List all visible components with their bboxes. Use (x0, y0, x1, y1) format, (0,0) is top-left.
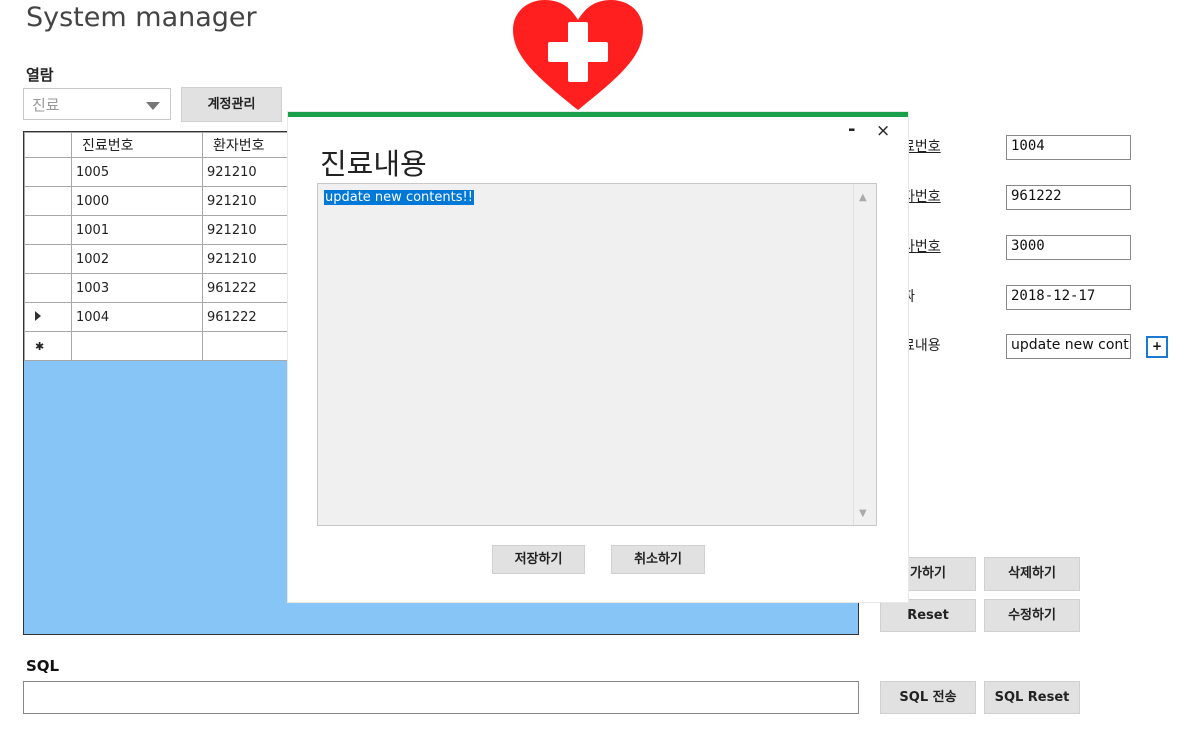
account-manage-label: 계정관리 (207, 97, 256, 112)
sql-label: SQL (26, 657, 60, 675)
delete-button-label: 삭제하기 (1008, 566, 1056, 581)
sql-input[interactable] (23, 681, 859, 714)
table-cell[interactable]: 1001 (71, 215, 203, 245)
column-header[interactable]: 진료번호 (71, 132, 203, 158)
view-select-value: 진료 (32, 96, 60, 114)
table-cell[interactable]: 1004 (71, 302, 203, 332)
date-field[interactable]: 2018-12-17 (1006, 285, 1131, 310)
row-header[interactable] (24, 157, 72, 187)
table-cell[interactable]: 1002 (71, 244, 203, 274)
update-button[interactable]: 수정하기 (984, 599, 1080, 632)
update-button-label: 수정하기 (1008, 608, 1056, 623)
reset-button-label: Reset (907, 608, 949, 623)
patient-no-field[interactable]: 961222 (1006, 185, 1131, 210)
scroll-down-icon[interactable]: ▼ (859, 508, 867, 519)
view-select[interactable]: 진료 (23, 88, 171, 120)
minimize-icon[interactable]: - (848, 119, 855, 140)
save-button-label: 저장하기 (514, 552, 563, 567)
app-title: System manager (26, 2, 257, 33)
scroll-up-icon[interactable]: ▲ (859, 192, 867, 203)
row-header[interactable] (24, 186, 72, 216)
row-header[interactable] (24, 244, 72, 274)
row-header[interactable] (24, 215, 72, 245)
sql-send-label: SQL 전송 (899, 690, 957, 705)
content-text: update new contents!! (324, 190, 474, 205)
heart-cross-icon (513, 0, 643, 110)
cancel-button-label: 취소하기 (634, 552, 682, 567)
row-header[interactable] (24, 273, 72, 303)
content-textarea[interactable]: update new contents!! ▲ ▼ (317, 183, 877, 526)
table-cell[interactable]: 1005 (71, 157, 203, 187)
row-header-corner (24, 132, 72, 158)
view-label: 열람 (26, 66, 54, 84)
add-button-label: 가하기 (910, 566, 946, 581)
row-header[interactable] (24, 302, 72, 332)
content-dialog: - × 진료내용 update new contents!! ▲ ▼ 저장하기 … (288, 112, 908, 602)
row-header[interactable]: ✱ (24, 331, 72, 361)
table-cell[interactable] (71, 331, 203, 361)
doctor-no-field[interactable]: 3000 (1006, 235, 1131, 260)
table-cell[interactable]: 1003 (71, 273, 203, 303)
account-manage-button[interactable]: 계정관리 (181, 87, 282, 122)
table-cell[interactable]: 1000 (71, 186, 203, 216)
expand-content-button[interactable]: + (1146, 336, 1168, 358)
reset-button[interactable]: Reset (880, 599, 976, 632)
save-button[interactable]: 저장하기 (492, 545, 585, 574)
sql-reset-button[interactable]: SQL Reset (984, 681, 1080, 714)
content-field[interactable]: update new cont (1006, 334, 1131, 359)
sql-send-button[interactable]: SQL 전송 (880, 681, 976, 714)
record-no-field[interactable]: 1004 (1006, 135, 1131, 160)
chevron-down-icon (146, 102, 160, 110)
dialog-title: 진료내용 (320, 147, 427, 181)
current-row-arrow-icon (35, 310, 41, 321)
delete-button[interactable]: 삭제하기 (984, 557, 1080, 591)
cancel-button[interactable]: 취소하기 (611, 545, 705, 574)
new-row-star-icon: ✱ (35, 339, 45, 353)
sql-reset-label: SQL Reset (994, 690, 1070, 705)
vertical-scrollbar[interactable]: ▲ ▼ (853, 184, 876, 525)
close-icon[interactable]: × (876, 121, 890, 141)
